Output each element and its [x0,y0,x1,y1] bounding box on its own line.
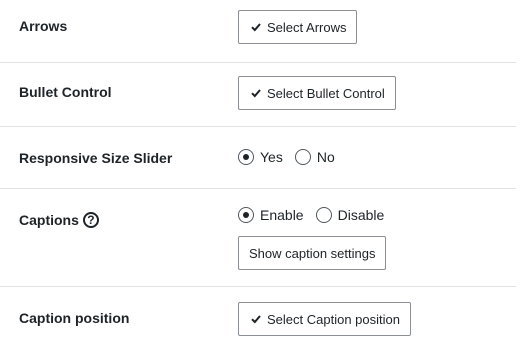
settings-row-captions: Captions ? Enable Disable Show caption s… [0,188,516,287]
captions-label: Captions ? [19,212,99,228]
show-caption-settings-button-label: Show caption settings [249,245,376,261]
bullet-control-label: Bullet Control [19,84,112,100]
captions-disable-label: Disable [337,207,385,223]
arrows-label-text: Arrows [19,18,68,34]
select-bullet-control-button-label: Select Bullet Control [267,85,385,101]
settings-row-responsive-size-slider: Responsive Size Slider Yes No [0,126,516,189]
captions-disable-radio[interactable] [315,207,332,223]
responsive-size-slider-yes-option[interactable]: Yes [238,149,283,165]
captions-radio-group: Enable Disable [238,207,396,223]
question-circle-icon[interactable]: ? [82,212,99,228]
responsive-size-slider-no-radio[interactable] [294,149,311,165]
settings-row-arrows: Arrows Select Arrows [0,0,516,63]
checkmark-icon [251,23,261,32]
responsive-size-slider-yes-label: Yes [260,149,283,165]
settings-row-bullet-control: Bullet Control Select Bullet Control [0,62,516,127]
captions-enable-radio[interactable] [238,207,254,223]
captions-disable-option[interactable]: Disable [315,207,385,223]
settings-row-caption-position: Caption position Select Caption position [0,286,516,346]
select-caption-position-button-label: Select Caption position [267,311,400,327]
select-arrows-button-label: Select Arrows [267,19,347,35]
checkmark-icon [251,315,261,324]
caption-position-label-text: Caption position [19,310,130,326]
captions-enable-option[interactable]: Enable [238,207,304,223]
responsive-size-slider-label-text: Responsive Size Slider [19,150,173,166]
caption-position-label: Caption position [19,310,129,326]
captions-enable-label: Enable [260,207,304,223]
bullet-control-label-text: Bullet Control [19,84,112,100]
responsive-size-slider-label: Responsive Size Slider [19,150,172,166]
responsive-size-slider-no-label: No [316,149,335,165]
checkmark-icon [251,89,261,98]
responsive-size-slider-yes-radio[interactable] [238,149,254,165]
show-caption-settings-button[interactable]: Show caption settings [238,236,387,270]
select-bullet-control-button[interactable]: Select Bullet Control [238,76,396,110]
select-caption-position-button[interactable]: Select Caption position [238,302,411,336]
responsive-size-slider-no-option[interactable]: No [294,149,335,165]
responsive-size-slider-radio-group: Yes No [238,149,347,165]
arrows-label: Arrows [19,18,67,34]
select-arrows-button[interactable]: Select Arrows [238,10,358,44]
captions-label-text: Captions [19,212,79,228]
